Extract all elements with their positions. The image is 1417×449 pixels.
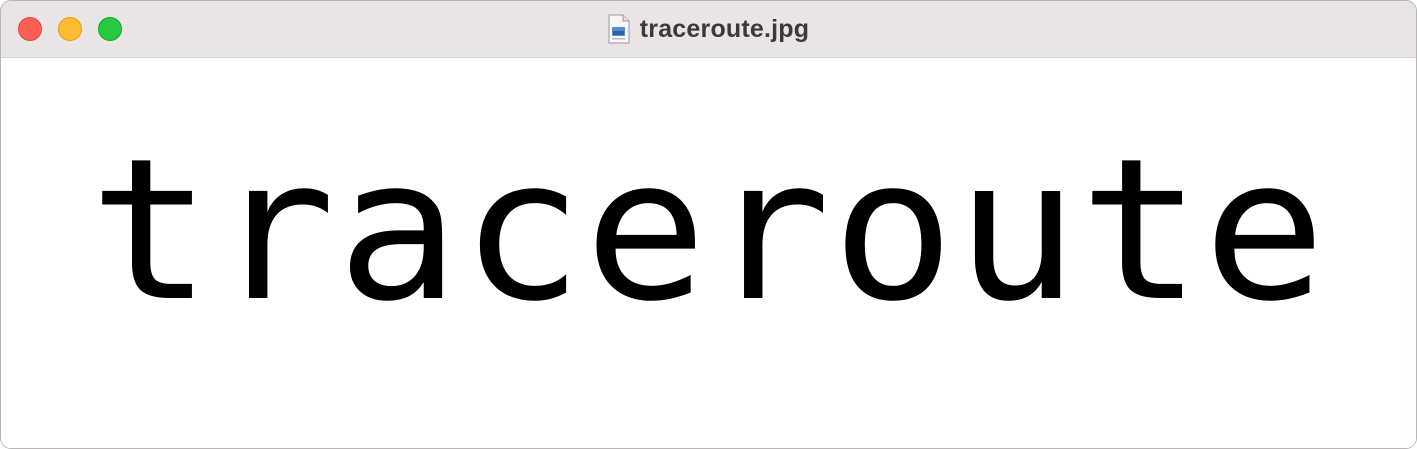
window-title: traceroute.jpg (639, 14, 810, 43)
image-text: traceroute (89, 117, 1328, 345)
image-canvas: traceroute (1, 58, 1416, 448)
document-image-icon[interactable] (608, 14, 630, 44)
preview-window: traceroute.jpg traceroute (0, 0, 1417, 449)
title-group: traceroute.jpg (1, 1, 1416, 57)
title-bar[interactable]: traceroute.jpg (1, 1, 1416, 58)
